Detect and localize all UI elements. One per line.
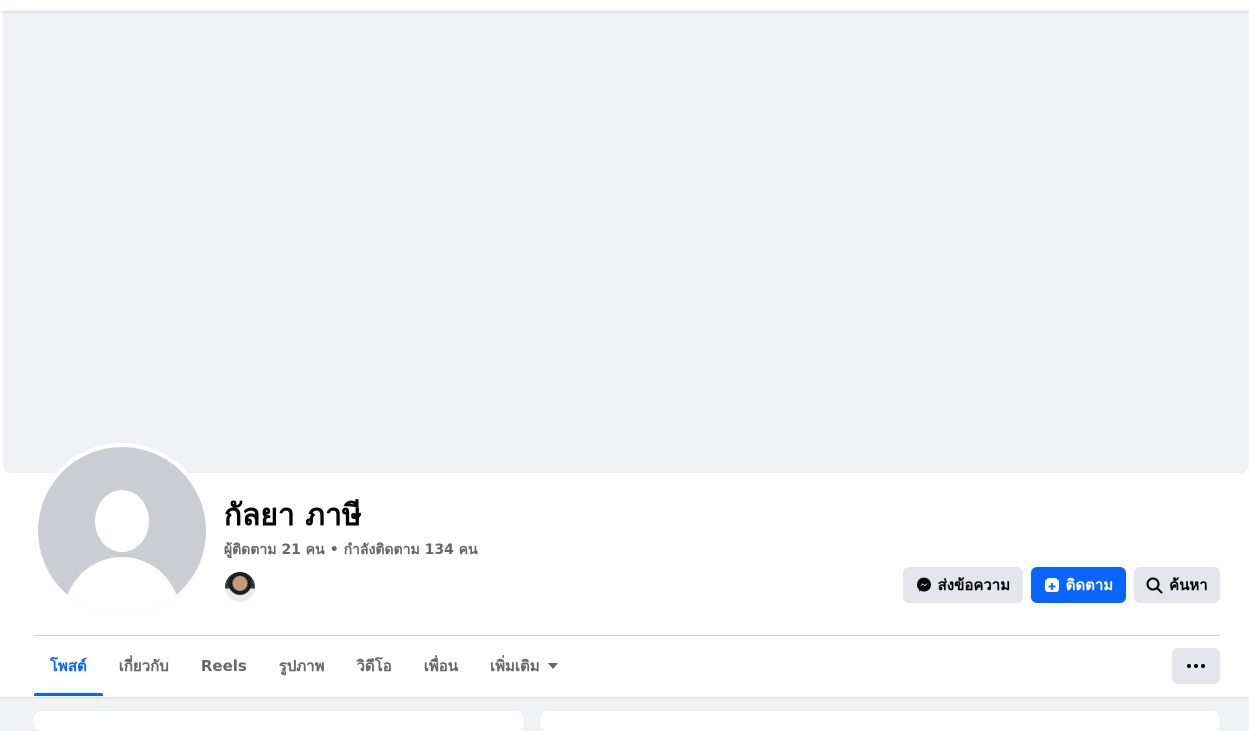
stats-separator: • <box>329 542 339 558</box>
tab-videos-label: วิดีโอ <box>356 657 392 675</box>
tab-reels-label: Reels <box>200 657 247 675</box>
tab-about-label: เกี่ยวกับ <box>118 657 169 675</box>
tab-about[interactable]: เกี่ยวกับ <box>103 636 185 696</box>
tab-photos[interactable]: รูปภาพ <box>263 636 341 696</box>
follow-icon <box>1044 577 1060 593</box>
tab-posts-label: โพสต์ <box>50 657 87 675</box>
tab-videos[interactable]: วิดีโอ <box>341 636 408 696</box>
profile-picture[interactable] <box>38 447 206 615</box>
tab-more[interactable]: เพิ่มเติม <box>474 636 574 696</box>
tab-friends[interactable]: เพื่อน <box>408 636 474 696</box>
more-options-icon-dot <box>1201 664 1205 668</box>
avatar-placeholder-body <box>64 557 180 615</box>
search-button[interactable]: ค้นหา <box>1134 567 1220 603</box>
tab-friends-label: เพื่อน <box>423 657 459 675</box>
following-count-link[interactable]: กำลังติดตาม 134 คน <box>344 542 478 558</box>
follow-button-label: ติดตาม <box>1065 576 1114 594</box>
message-button[interactable]: ส่งข้อความ <box>903 567 1023 603</box>
friend-avatar[interactable] <box>224 571 256 603</box>
search-icon <box>1146 577 1163 594</box>
tab-posts[interactable]: โพสต์ <box>34 636 103 696</box>
more-options-icon <box>1187 664 1191 668</box>
cover-photo[interactable] <box>3 11 1249 473</box>
follow-stats: ผู้ติดตาม 21 คน • กำลังติดตาม 134 คน <box>224 540 478 560</box>
posts-card <box>540 711 1220 731</box>
avatar-placeholder-head <box>95 490 149 552</box>
more-options-button[interactable] <box>1172 648 1220 684</box>
messenger-icon <box>916 577 932 593</box>
message-button-label: ส่งข้อความ <box>937 576 1011 594</box>
followers-count-link[interactable]: ผู้ติดตาม 21 คน <box>224 542 325 558</box>
follow-button[interactable]: ติดตาม <box>1031 567 1126 603</box>
intro-card <box>34 711 524 731</box>
more-options-icon-dot <box>1194 664 1198 668</box>
search-button-label: ค้นหา <box>1169 576 1208 594</box>
profile-tabs: โพสต์ เกี่ยวกับ Reels รูปภาพ วิดีโอ เพื่… <box>34 636 574 696</box>
tab-more-label: เพิ่มเติม <box>490 657 540 675</box>
tab-reels[interactable]: Reels <box>185 636 263 696</box>
profile-header: กัลยา ภาษี ผู้ติดตาม 21 คน • กำลังติดตาม 1… <box>0 0 1249 697</box>
profile-name: กัลยา ภาษี <box>224 498 362 533</box>
caret-down-icon <box>547 663 558 669</box>
top-navigation-bar <box>0 0 1249 11</box>
tab-photos-label: รูปภาพ <box>278 657 325 675</box>
